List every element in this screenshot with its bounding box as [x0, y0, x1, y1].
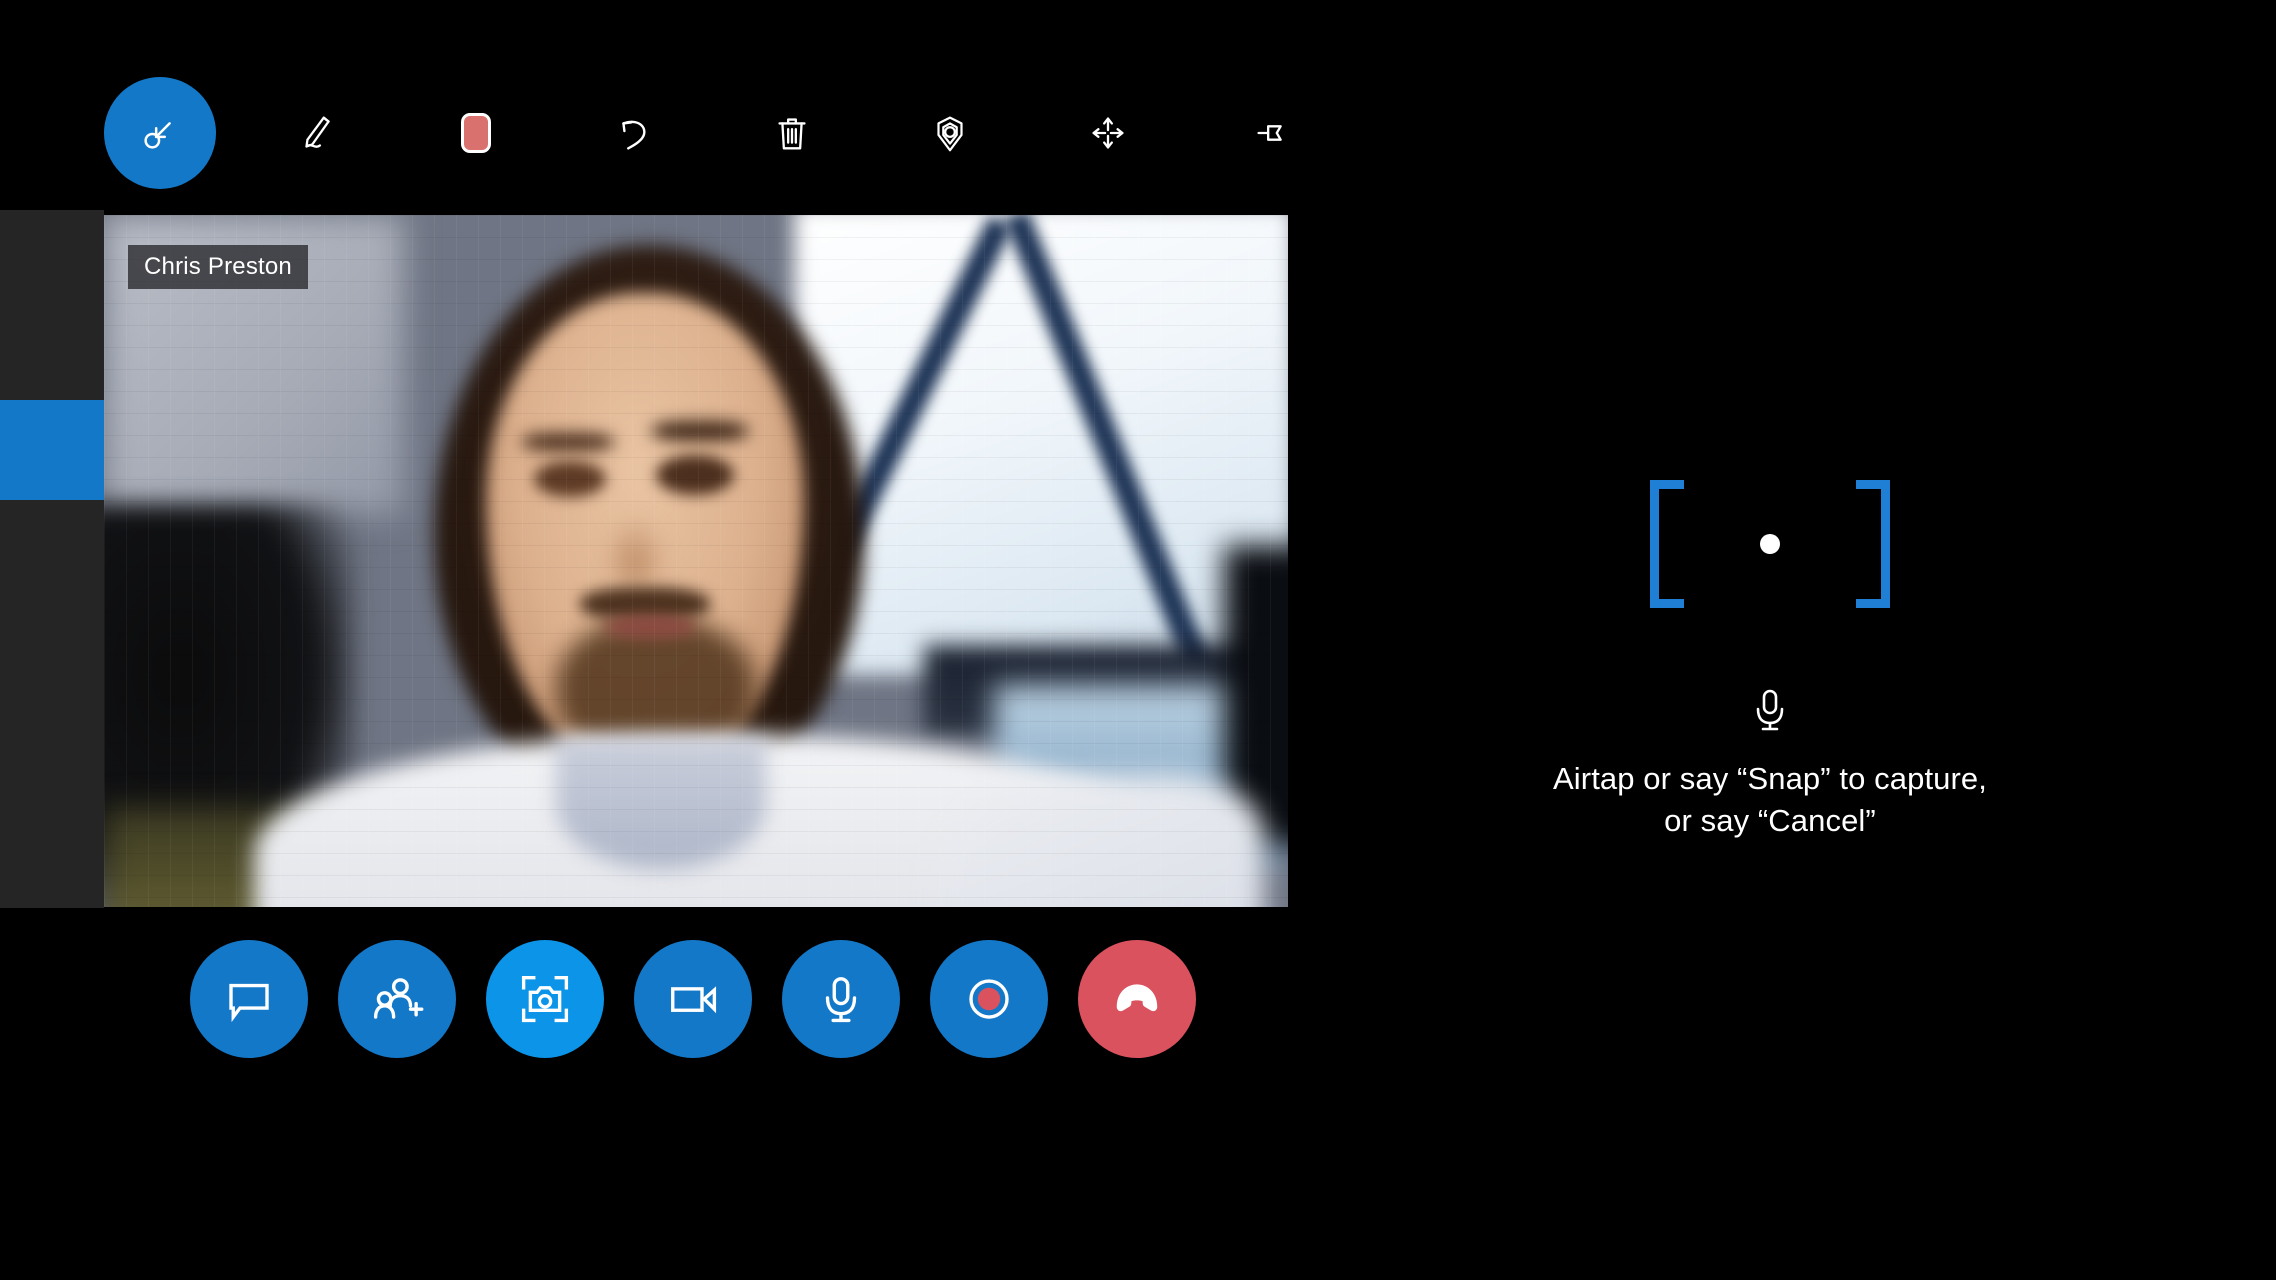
video-stage[interactable]: Chris Preston — [104, 215, 1288, 907]
participant-name-badge: Chris Preston — [128, 245, 308, 289]
capture-hint-text: Airtap or say “Snap” to capture, or say … — [1553, 761, 1987, 839]
annotation-toolbar — [104, 55, 1288, 210]
sidebar-slot-selected[interactable] — [0, 400, 104, 500]
sidebar-slot-bottom[interactable] — [0, 500, 104, 908]
tool-place[interactable] — [894, 77, 1006, 189]
microphone-icon — [814, 972, 868, 1026]
capture-prompt-panel: Airtap or say “Snap” to capture, or say … — [1470, 480, 2070, 842]
chat-bubble-icon — [222, 972, 276, 1026]
app-root: Chris Preston Airtap or say “Snap” to ca… — [0, 0, 2276, 1280]
add-people-button[interactable] — [338, 940, 456, 1058]
bracket-left-icon — [1650, 480, 1684, 608]
add-person-icon — [370, 972, 424, 1026]
tool-undo[interactable] — [578, 77, 690, 189]
call-control-bar — [190, 940, 1196, 1058]
tool-delete[interactable] — [736, 77, 848, 189]
gaze-dot-icon[interactable] — [1760, 534, 1780, 554]
pushpin-icon — [1249, 110, 1295, 156]
tool-color[interactable] — [420, 77, 532, 189]
chat-button[interactable] — [190, 940, 308, 1058]
video-toggle-button[interactable] — [634, 940, 752, 1058]
participant-video-feed — [104, 215, 1288, 907]
bracket-right-icon — [1856, 480, 1890, 608]
pointer-arrow-icon — [137, 110, 183, 156]
microphone-icon — [1753, 688, 1787, 734]
record-icon — [962, 972, 1016, 1026]
trash-icon — [769, 110, 815, 156]
capture-viewfinder — [1650, 480, 1890, 608]
camera-frame-icon — [518, 972, 572, 1026]
video-camera-icon — [666, 972, 720, 1026]
sidebar-slot-top[interactable] — [0, 210, 104, 400]
undo-arrow-icon — [611, 110, 657, 156]
snapshot-button[interactable] — [486, 940, 604, 1058]
sidebar-strip — [0, 210, 104, 908]
tool-ink[interactable] — [262, 77, 374, 189]
tool-pin[interactable] — [1216, 77, 1328, 189]
hang-up-button[interactable] — [1078, 940, 1196, 1058]
hang-up-icon — [1110, 972, 1164, 1026]
record-button[interactable] — [930, 940, 1048, 1058]
pen-icon — [295, 110, 341, 156]
move-arrows-icon — [1085, 110, 1131, 156]
color-swatch-icon — [461, 112, 491, 153]
tool-move[interactable] — [1052, 77, 1164, 189]
tool-pointer[interactable] — [104, 76, 216, 189]
location-pin-icon — [927, 110, 973, 156]
microphone-toggle-button[interactable] — [782, 940, 900, 1058]
